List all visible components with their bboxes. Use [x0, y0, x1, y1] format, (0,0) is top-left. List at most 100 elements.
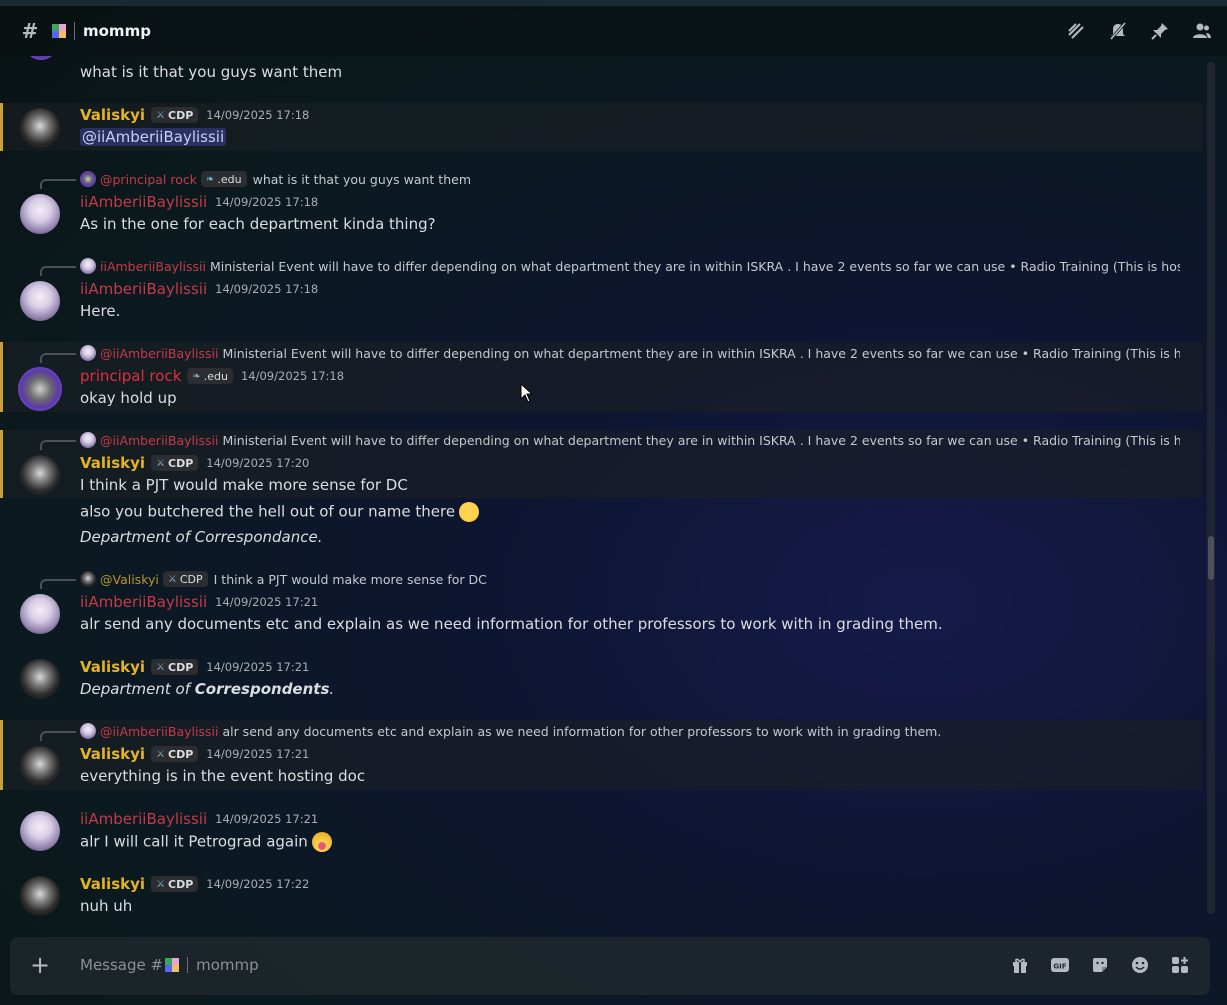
author-name[interactable]: iiAmberiiBaylissii — [80, 193, 207, 211]
channel-header: # mommp — [0, 6, 1227, 56]
member-list-icon[interactable] — [1191, 20, 1213, 42]
emoji-icon[interactable] — [1130, 955, 1150, 975]
sword-icon: ⚔ — [156, 661, 165, 673]
avatar[interactable] — [20, 455, 60, 495]
tag-label: .edu — [217, 172, 242, 186]
reply-connector — [40, 179, 76, 189]
message-list[interactable]: what is it that you guys want them Valis… — [0, 56, 1210, 936]
role-tag[interactable]: ⚔ CDP — [151, 455, 199, 471]
message-text: @iiAmberiiBaylissii — [80, 128, 227, 146]
message-header: Valiskyi ⚔ CDP 14/09/2025 17:22 — [80, 875, 309, 893]
author-name[interactable]: iiAmberiiBaylissii — [80, 280, 207, 298]
message-header: Valiskyi ⚔ CDP 14/09/2025 17:21 — [80, 745, 309, 763]
reply-preview[interactable]: @iiAmberiiBaylissii Ministerial Event wi… — [80, 432, 1180, 448]
placeholder-divider — [187, 957, 189, 973]
tag-label: CDP — [168, 877, 194, 891]
tag-label: CDP — [168, 108, 194, 122]
avatar[interactable] — [24, 56, 58, 60]
author-name[interactable]: Valiskyi — [80, 745, 145, 763]
author-name[interactable]: Valiskyi — [80, 106, 145, 124]
role-tag[interactable]: ⚔ CDP — [151, 876, 199, 892]
avatar[interactable] — [20, 281, 60, 321]
reply-author[interactable]: @iiAmberiiBaylissii — [100, 724, 218, 739]
placeholder-channel: mommp — [196, 956, 259, 974]
sword-icon: ⚔ — [167, 573, 177, 585]
channel-title: mommp — [83, 22, 151, 40]
timestamp: 14/09/2025 17:18 — [215, 282, 319, 296]
gif-icon[interactable]: GIF — [1050, 955, 1070, 975]
reply-author[interactable]: @principal rock — [100, 172, 197, 187]
channel-emoji-icon — [52, 24, 66, 38]
reply-preview[interactable]: iiAmberiiBaylissii Ministerial Event wil… — [80, 258, 1180, 274]
threads-icon[interactable] — [1065, 20, 1087, 42]
author-name[interactable]: Valiskyi — [80, 454, 145, 472]
timestamp: 14/09/2025 17:21 — [206, 660, 310, 674]
author-name[interactable]: iiAmberiiBaylissii — [80, 593, 207, 611]
role-tag[interactable]: ⚔ CDP — [151, 746, 199, 762]
message-text: everything is in the event hosting doc — [80, 767, 366, 785]
reply-author[interactable]: @iiAmberiiBaylissii — [100, 433, 218, 448]
scrollbar-track[interactable] — [1207, 62, 1215, 914]
message-header: principal rock ❧ .edu 14/09/2025 17:18 — [80, 367, 344, 385]
notification-muted-icon[interactable] — [1107, 20, 1129, 42]
avatar[interactable] — [18, 367, 62, 411]
avatar[interactable] — [20, 659, 60, 699]
apps-icon[interactable] — [1170, 955, 1190, 975]
reply-connector — [40, 440, 76, 450]
timestamp: 14/09/2025 17:21 — [215, 595, 319, 609]
message-text: As in the one for each department kinda … — [80, 215, 436, 233]
author-name[interactable]: iiAmberiiBaylissii — [80, 810, 207, 828]
guild-tag: ❧ .edu — [200, 171, 247, 187]
user-mention[interactable]: @iiAmberiiBaylissii — [80, 128, 227, 146]
reply-preview[interactable]: @principal rock ❧ .edu what is it that yo… — [80, 171, 1180, 187]
role-tag: ⚔ CDP — [162, 571, 208, 587]
sticker-icon[interactable] — [1090, 955, 1110, 975]
reply-author[interactable]: iiAmberiiBaylissii — [100, 259, 206, 274]
avatar[interactable] — [20, 811, 60, 851]
role-tag[interactable]: ⚔ CDP — [151, 659, 199, 675]
reply-author[interactable]: @Valiskyi — [100, 572, 159, 587]
reply-avatar — [80, 723, 96, 739]
message-text: what is it that you guys want them — [80, 63, 343, 81]
message-header: Valiskyi ⚔ CDP 14/09/2025 17:18 — [80, 106, 309, 124]
scrollbar-thumb[interactable] — [1208, 536, 1214, 580]
reply-preview[interactable]: @iiAmberiiBaylissii alr send any documen… — [80, 723, 1180, 739]
reply-preview[interactable]: @Valiskyi ⚔ CDP I think a PJT would make … — [80, 571, 1180, 587]
author-name[interactable]: Valiskyi — [80, 875, 145, 893]
author-name[interactable]: Valiskyi — [80, 658, 145, 676]
timestamp: 14/09/2025 17:20 — [206, 456, 310, 470]
reply-connector — [40, 731, 76, 741]
timestamp: 14/09/2025 17:22 — [206, 877, 310, 891]
crying-face-emoji-icon — [459, 502, 480, 522]
author-name[interactable]: principal rock — [80, 367, 181, 385]
reply-author[interactable]: @iiAmberiiBaylissii — [100, 346, 218, 361]
role-tag[interactable]: ⚔ CDP — [151, 107, 199, 123]
message-input[interactable]: Message # mommp — [80, 956, 259, 974]
reply-avatar — [80, 258, 96, 274]
avatar[interactable] — [20, 194, 60, 234]
reply-connector — [40, 266, 76, 276]
reply-connector — [40, 353, 76, 363]
sword-icon: ⚔ — [156, 878, 165, 890]
message-header: Valiskyi ⚔ CDP 14/09/2025 17:21 — [80, 658, 309, 676]
gift-icon[interactable] — [1010, 955, 1030, 975]
avatar[interactable] — [20, 876, 60, 916]
attach-plus-button[interactable]: + — [28, 953, 52, 978]
message-header: Valiskyi ⚔ CDP 14/09/2025 17:20 — [80, 454, 309, 472]
text-bold-part: Correspondents — [194, 680, 330, 698]
message-header: iiAmberiiBaylissii 14/09/2025 17:18 — [80, 193, 318, 211]
mouse-cursor-icon — [520, 383, 534, 403]
reply-text: Ministerial Event will have to differ de… — [209, 258, 1180, 274]
message-composer[interactable]: + Message # mommp GIF — [10, 937, 1210, 995]
guild-tag[interactable]: ❧ .edu — [187, 368, 233, 384]
pinned-messages-icon[interactable] — [1149, 20, 1171, 42]
leaf-icon: ❧ — [205, 173, 215, 185]
message-text: Department of Correspondance. — [80, 528, 323, 546]
reply-text: alr send any documents etc and explain a… — [222, 723, 942, 739]
timestamp: 14/09/2025 17:18 — [240, 369, 345, 383]
avatar[interactable] — [20, 594, 60, 634]
timestamp: 14/09/2025 17:18 — [215, 195, 319, 209]
avatar[interactable] — [20, 746, 60, 786]
reply-preview[interactable]: @iiAmberiiBaylissii Ministerial Event wi… — [80, 345, 1180, 361]
avatar[interactable] — [20, 108, 60, 148]
